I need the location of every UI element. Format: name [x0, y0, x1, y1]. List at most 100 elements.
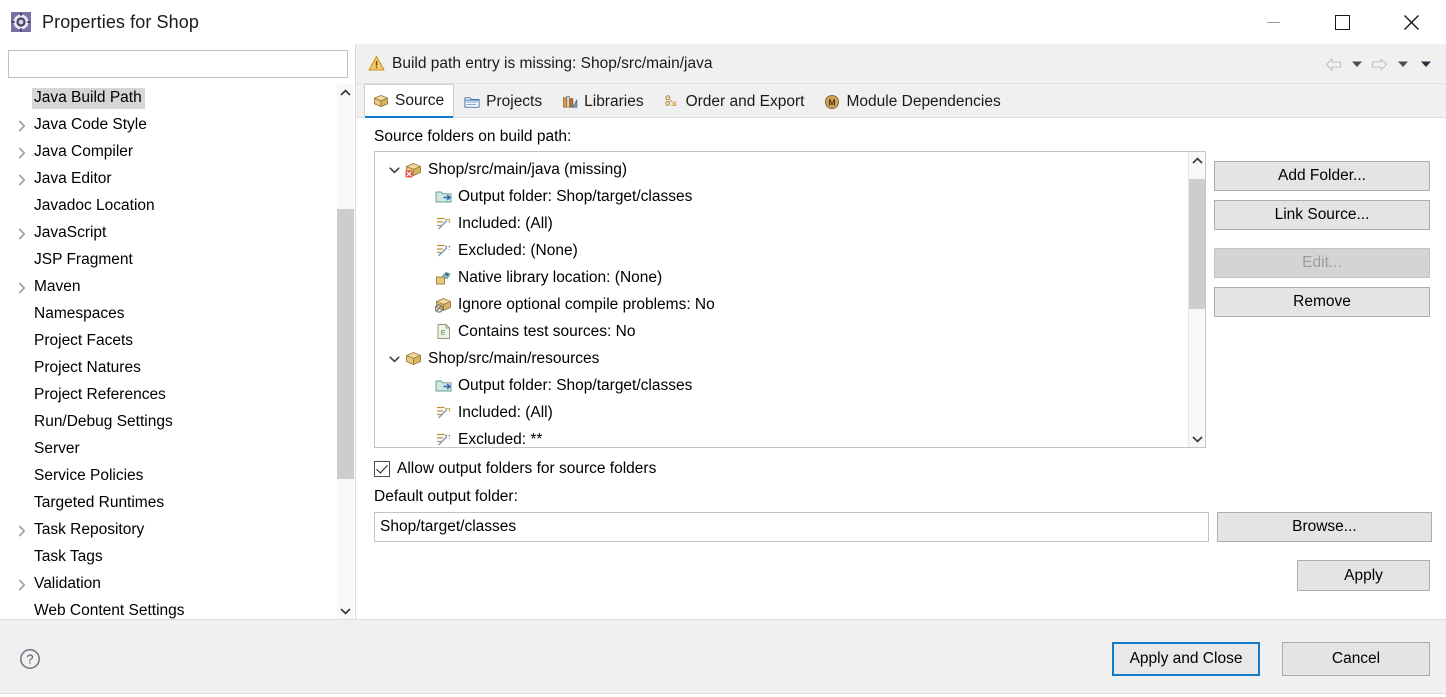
sidebar-item-run-debug-settings[interactable]: Run/Debug Settings: [0, 409, 337, 436]
source-folder-attribute-row[interactable]: E Contains test sources: No: [375, 318, 1188, 345]
back-arrow-icon: [1325, 57, 1342, 71]
source-folder-attribute-row[interactable]: Output folder: Shop/target/classes: [375, 372, 1188, 399]
chevron-right-icon[interactable]: [12, 174, 32, 186]
preference-page-pane: Build path entry is missing: Shop/src/ma…: [356, 44, 1446, 619]
dialog-footer: ? Apply and Close Cancel: [0, 619, 1446, 697]
source-scroll-track[interactable]: [1189, 169, 1205, 430]
source-folder-attribute-row[interactable]: Excluded: (None): [375, 237, 1188, 264]
source-scroll-thumb[interactable]: [1189, 179, 1205, 309]
sidebar-item-jsp-fragment[interactable]: JSP Fragment: [0, 247, 337, 274]
tab-libraries[interactable]: Libraries: [553, 86, 654, 117]
source-scroll-up-button[interactable]: [1189, 152, 1205, 169]
menu-dropdown-icon: [1420, 61, 1431, 67]
sidebar-item-label: Java Build Path: [32, 88, 145, 109]
apply-and-close-button[interactable]: Apply and Close: [1112, 641, 1260, 676]
chevron-right-icon[interactable]: [12, 579, 32, 591]
sidebar-item-java-compiler[interactable]: Java Compiler: [0, 139, 337, 166]
tab-order-and-export[interactable]: Order and Export: [654, 86, 815, 117]
tab-module-dependencies[interactable]: M Module Dependencies: [815, 86, 1011, 117]
sidebar-item-maven[interactable]: Maven: [0, 274, 337, 301]
chevron-right-icon[interactable]: [12, 228, 32, 240]
sidebar-scroll-down-button[interactable]: [337, 602, 354, 619]
source-scroll-down-button[interactable]: [1189, 430, 1205, 447]
forward-arrow-button[interactable]: [1369, 53, 1390, 75]
sidebar-item-java-editor[interactable]: Java Editor: [0, 166, 337, 193]
sidebar-item-project-natures[interactable]: Project Natures: [0, 355, 337, 382]
source-folder-attribute-row[interactable]: Excluded: **: [375, 426, 1188, 447]
included-filter-icon: [435, 215, 452, 232]
sidebar-scroll-track[interactable]: [337, 101, 354, 602]
tab-label: Module Dependencies: [846, 93, 1001, 110]
sidebar-scroll-thumb[interactable]: [337, 209, 354, 479]
sidebar-item-targeted-runtimes[interactable]: Targeted Runtimes: [0, 490, 337, 517]
source-folder-attribute-label: Excluded: (None): [458, 241, 578, 259]
chevron-right-icon[interactable]: [12, 147, 32, 159]
link-source-button[interactable]: Link Source...: [1214, 200, 1430, 230]
add-folder-button[interactable]: Add Folder...: [1214, 161, 1430, 191]
source-folder-row[interactable]: Shop/src/main/java (missing): [375, 156, 1188, 183]
sidebar-item-java-build-path[interactable]: Java Build Path: [0, 85, 337, 112]
forward-arrow-icon: [1371, 57, 1388, 71]
sidebar-item-namespaces[interactable]: Namespaces: [0, 301, 337, 328]
allow-output-folders-row[interactable]: Allow output folders for source folders: [374, 460, 1432, 478]
footer-buttons: Apply and Close Cancel: [1112, 641, 1430, 676]
sidebar-item-label: Run/Debug Settings: [34, 413, 173, 430]
forward-dropdown-button[interactable]: [1392, 53, 1413, 75]
source-folder-attribute-row[interactable]: Ignore optional compile problems: No: [375, 291, 1188, 318]
sidebar-item-label: Namespaces: [34, 305, 125, 322]
sidebar-item-javascript[interactable]: JavaScript: [0, 220, 337, 247]
order-export-icon: [664, 94, 680, 110]
source-folder-attribute-row[interactable]: Included: (All): [375, 399, 1188, 426]
module-deps-icon: M: [824, 94, 840, 110]
sidebar-item-validation[interactable]: Validation: [0, 571, 337, 598]
message-text: Build path entry is missing: Shop/src/ma…: [392, 54, 713, 72]
sidebar-scroll-up-button[interactable]: [337, 84, 354, 101]
chevron-down-icon[interactable]: [383, 166, 405, 174]
chevron-down-icon[interactable]: [383, 355, 405, 363]
tab-source[interactable]: Source: [364, 84, 455, 118]
maximize-button[interactable]: [1308, 0, 1377, 44]
sidebar-item-project-references[interactable]: Project References: [0, 382, 337, 409]
help-button[interactable]: ?: [18, 647, 42, 671]
sidebar-item-java-code-style[interactable]: Java Code Style: [0, 112, 337, 139]
sidebar-item-javadoc-location[interactable]: Javadoc Location: [0, 193, 337, 220]
excluded-filter-icon: [435, 242, 452, 259]
sidebar-item-project-facets[interactable]: Project Facets: [0, 328, 337, 355]
source-tree-vertical-scrollbar[interactable]: [1188, 152, 1205, 447]
remove-button[interactable]: Remove: [1214, 287, 1430, 317]
output-folder-icon: [435, 377, 452, 394]
default-output-folder-input[interactable]: [374, 512, 1209, 542]
source-folder-row[interactable]: Shop/src/main/resources: [375, 345, 1188, 372]
sidebar-item-server[interactable]: Server: [0, 436, 337, 463]
chevron-right-icon[interactable]: [12, 282, 32, 294]
sidebar-item-web-content-settings[interactable]: Web Content Settings: [0, 598, 337, 619]
close-button[interactable]: [1377, 0, 1446, 44]
maximize-icon: [1335, 14, 1350, 30]
tab-projects[interactable]: Projects: [455, 86, 553, 117]
sidebar-item-service-policies[interactable]: Service Policies: [0, 463, 337, 490]
source-folders-tree[interactable]: Shop/src/main/java (missing) Output folde…: [375, 152, 1188, 447]
chevron-right-icon[interactable]: [12, 120, 32, 132]
source-folder-attribute-row[interactable]: Native library location: (None): [375, 264, 1188, 291]
sidebar-item-label: Service Policies: [34, 467, 144, 484]
source-folder-error-icon: [405, 161, 422, 178]
warning-icon: [368, 55, 385, 72]
allow-output-folders-checkbox[interactable]: [374, 461, 390, 477]
source-folder-attribute-label: Native library location: (None): [458, 268, 663, 286]
chevron-right-icon[interactable]: [12, 525, 32, 537]
cancel-button[interactable]: Cancel: [1282, 641, 1430, 676]
source-folder-attribute-row[interactable]: Output folder: Shop/target/classes: [375, 183, 1188, 210]
back-dropdown-button[interactable]: [1346, 53, 1367, 75]
back-arrow-button[interactable]: [1323, 53, 1344, 75]
source-folder-attribute-row[interactable]: Included: (All): [375, 210, 1188, 237]
minimize-button[interactable]: [1239, 0, 1308, 44]
filter-text-input[interactable]: [8, 50, 348, 78]
window-controls: [1239, 0, 1446, 44]
apply-button[interactable]: Apply: [1297, 560, 1430, 591]
title-bar: Properties for Shop: [0, 0, 1446, 44]
sidebar-vertical-scrollbar[interactable]: [337, 84, 354, 619]
sidebar-item-task-repository[interactable]: Task Repository: [0, 517, 337, 544]
sidebar-item-task-tags[interactable]: Task Tags: [0, 544, 337, 571]
menu-dropdown-button[interactable]: [1415, 53, 1436, 75]
browse-button[interactable]: Browse...: [1216, 512, 1432, 542]
